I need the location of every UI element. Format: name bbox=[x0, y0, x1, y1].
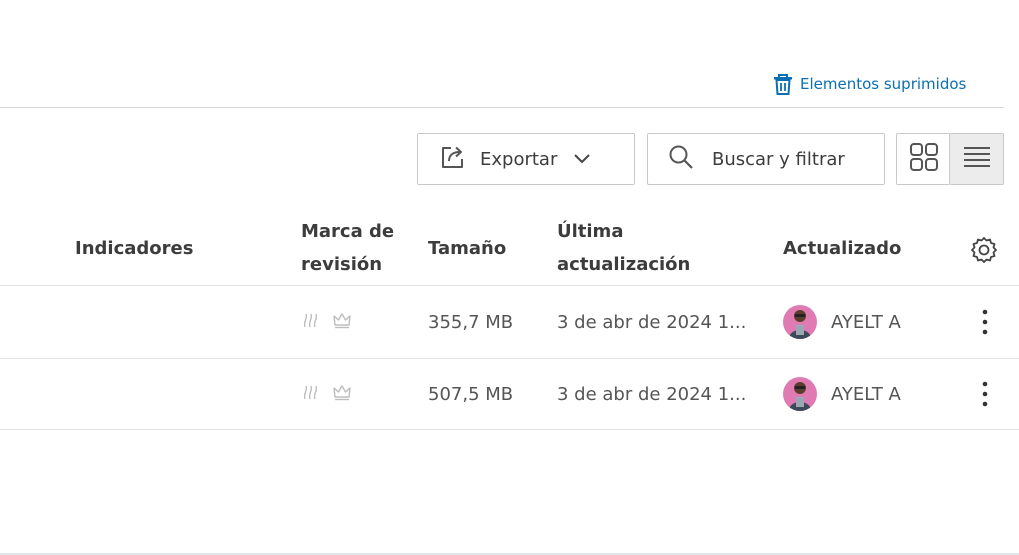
file-size: 355,7 MB bbox=[428, 311, 514, 333]
last-update-header-line1: Última bbox=[557, 221, 624, 242]
column-header-last-update[interactable]: Última actualización bbox=[557, 215, 707, 281]
search-filter-label: Buscar y filtrar bbox=[712, 148, 845, 170]
search-icon bbox=[668, 144, 694, 175]
updated-by-name: AYELT A bbox=[831, 311, 901, 333]
avatar bbox=[783, 305, 817, 339]
row-divider bbox=[0, 429, 1019, 430]
crown-icon bbox=[332, 311, 352, 334]
export-button[interactable]: Exportar bbox=[417, 133, 635, 185]
trash-icon bbox=[773, 73, 793, 95]
last-update: 3 de abr de 2024 1... bbox=[557, 286, 753, 358]
grid-view-icon bbox=[909, 142, 939, 177]
grid-view-button[interactable] bbox=[896, 133, 950, 185]
revision-mark-icon bbox=[302, 382, 322, 407]
list-view-icon bbox=[963, 145, 991, 174]
chevron-down-icon bbox=[573, 149, 591, 170]
crown-icon bbox=[332, 383, 352, 406]
table-row[interactable]: 507,5 MB 3 de abr de 2024 1... AYELT A bbox=[0, 358, 1019, 430]
updated-by-name: AYELT A bbox=[831, 383, 901, 405]
deleted-items-link[interactable]: Elementos suprimidos bbox=[773, 73, 966, 95]
last-update-text: 3 de abr de 2024 1... bbox=[557, 383, 747, 405]
column-header-updated-by[interactable]: Actualizado bbox=[783, 232, 901, 265]
avatar bbox=[783, 377, 817, 411]
revision-marks bbox=[302, 286, 352, 358]
revision-marks bbox=[302, 358, 352, 430]
more-vertical-icon[interactable] bbox=[973, 358, 997, 430]
top-divider bbox=[0, 107, 1004, 108]
settings-gear-icon[interactable] bbox=[970, 236, 998, 268]
file-size: 507,5 MB bbox=[428, 383, 514, 405]
table-row[interactable]: 355,7 MB 3 de abr de 2024 1... AYELT A bbox=[0, 286, 1019, 358]
last-update-header-line2: actualización bbox=[557, 254, 691, 275]
last-update: 3 de abr de 2024 1... bbox=[557, 358, 753, 430]
revision-mark-icon bbox=[302, 310, 322, 335]
last-update-text: 3 de abr de 2024 1... bbox=[557, 311, 747, 333]
list-view-button[interactable] bbox=[949, 133, 1004, 185]
search-filter-button[interactable]: Buscar y filtrar bbox=[647, 133, 885, 185]
more-vertical-icon[interactable] bbox=[973, 286, 997, 358]
deleted-items-label: Elementos suprimidos bbox=[800, 75, 967, 93]
updated-by[interactable]: AYELT A bbox=[783, 358, 901, 430]
column-header-size[interactable]: Tamaño bbox=[428, 232, 506, 265]
export-icon bbox=[440, 145, 466, 174]
column-header-indicators[interactable]: Indicadores bbox=[75, 232, 193, 265]
export-label: Exportar bbox=[480, 148, 558, 170]
updated-by[interactable]: AYELT A bbox=[783, 286, 901, 358]
